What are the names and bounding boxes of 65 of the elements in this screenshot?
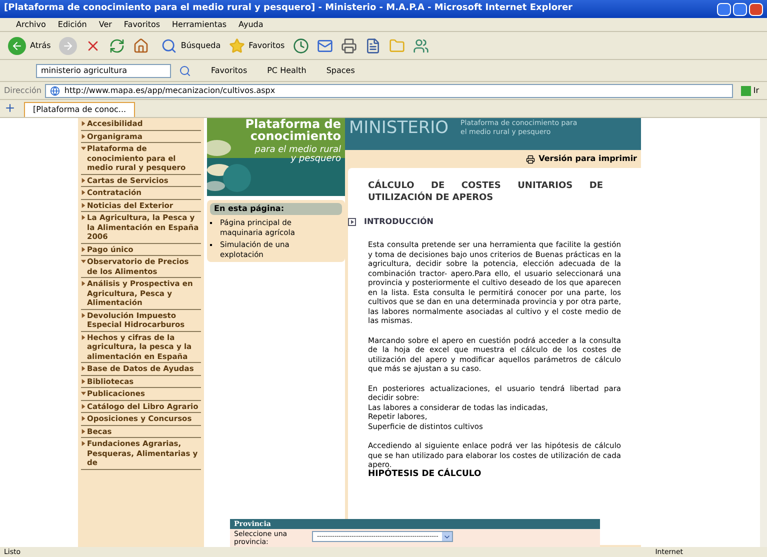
caret-right-icon (81, 334, 86, 340)
caret-right-icon (81, 366, 86, 371)
banner-subtitle: para el medio rural (254, 146, 341, 155)
caret-right-icon (81, 246, 86, 252)
page-icon (50, 86, 60, 96)
caret-right-icon (81, 312, 86, 318)
caret-right-icon (81, 202, 86, 208)
window-title: [Plataforma de conocimiento para el medio rural y pesquero] - Ministerio - M.A.P.A - Microsoft Internet Explorer (4, 2, 572, 16)
menu-item[interactable]: Herramientas (172, 18, 227, 30)
address-label: Dirección (4, 84, 42, 96)
toolbar-link[interactable]: PC Health (267, 64, 306, 76)
search-icon (160, 38, 177, 54)
caret-right-icon (81, 416, 86, 421)
menu-item[interactable]: Archivo (16, 18, 46, 30)
forward-arrow-icon (62, 40, 74, 52)
header-title: MINISTERIO (349, 118, 449, 138)
section-heading: INTRODUCCIÓN (364, 216, 434, 228)
back-button[interactable]: Atrás (8, 36, 51, 54)
minimize-button[interactable] (717, 2, 731, 16)
search-button[interactable]: Búsqueda (160, 38, 221, 54)
banner-title: conocimiento (250, 130, 341, 142)
toolbar-link[interactable]: Spaces (326, 64, 355, 76)
menu-item[interactable]: Ayuda (238, 18, 264, 30)
search-icon[interactable] (179, 64, 191, 76)
box-heading: En esta página: (210, 203, 342, 215)
print-icon[interactable] (340, 38, 357, 54)
printer-icon (526, 154, 535, 164)
caret-right-icon (81, 134, 86, 138)
close-button[interactable] (749, 2, 763, 16)
caret-right-icon (81, 428, 86, 434)
caret-down-icon (81, 259, 86, 264)
caret-right-icon (81, 215, 86, 220)
new-tab-icon[interactable] (4, 102, 16, 114)
favorites-button[interactable]: Favoritos (228, 38, 285, 54)
caret-down-icon (81, 391, 86, 396)
back-arrow-icon (11, 40, 23, 52)
menu-item[interactable]: Edición (58, 18, 87, 30)
caret-right-icon (81, 190, 86, 195)
expand-icon[interactable] (348, 218, 356, 226)
toolbar-link[interactable]: Favoritos (211, 64, 248, 76)
caret-down-icon (81, 146, 86, 151)
caret-right-icon (81, 378, 86, 384)
search-field[interactable]: ministerio agricultura (36, 64, 171, 78)
hypotheses-link[interactable]: HIPÓTESIS DE CÁLCULO (368, 470, 482, 479)
menu-item[interactable]: Favoritos (124, 18, 160, 30)
refresh-icon[interactable] (108, 38, 125, 54)
caret-right-icon (81, 121, 86, 126)
print-link[interactable]: Versión para imprimir (526, 153, 641, 165)
banner-subtitle: y pesquero (290, 155, 341, 164)
menu-item[interactable]: Ver (98, 18, 112, 30)
mail-icon[interactable] (316, 38, 333, 54)
address-field[interactable]: http://www.mapa.es/app/mecanizacion/cultivos.aspx (45, 84, 734, 98)
star-icon (228, 38, 245, 54)
maximize-button[interactable] (733, 2, 747, 16)
caret-right-icon (81, 178, 86, 182)
browser-tab[interactable]: [Plataforma de conoc... (24, 102, 136, 117)
history-icon[interactable] (292, 38, 309, 54)
caret-right-icon (81, 404, 86, 408)
caret-right-icon (81, 441, 86, 446)
caret-right-icon (81, 281, 86, 286)
banner-title: Plataforma de (245, 118, 341, 130)
go-button[interactable]: Ir (737, 84, 763, 96)
article-title: CÁLCULO DE COSTES UNITARIOS DE UTILIZACIÓN DE APEROS (368, 180, 603, 204)
home-icon[interactable] (132, 38, 149, 54)
scrollbar[interactable] (760, 118, 767, 547)
